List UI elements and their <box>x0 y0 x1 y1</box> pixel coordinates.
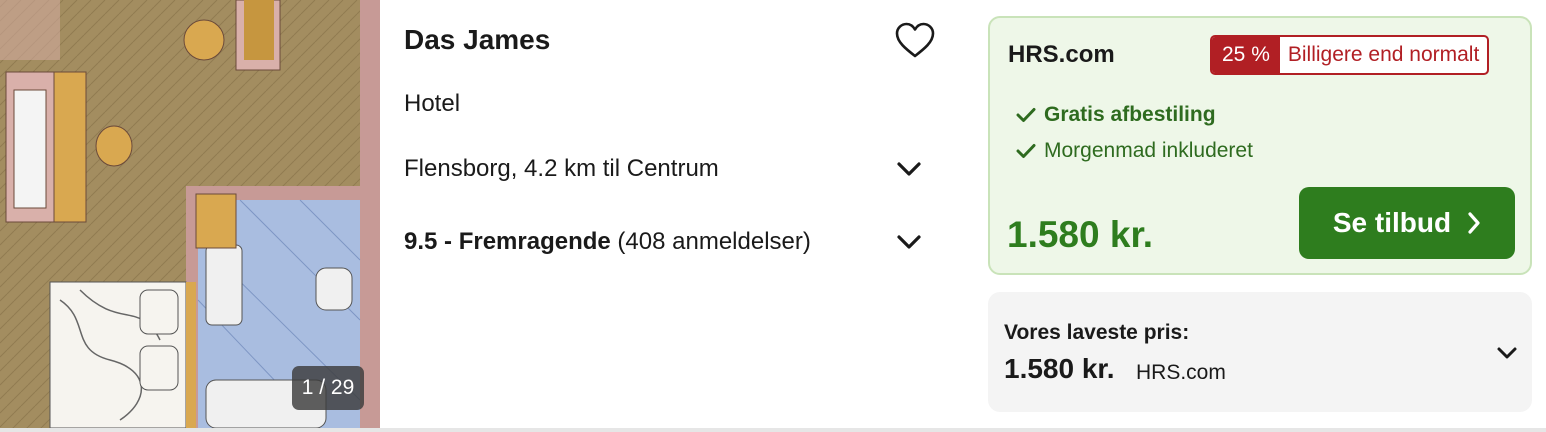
rating-row[interactable]: 9.5 - Fremragende (408 anmeldelser) <box>404 225 934 259</box>
location-text: Flensborg, 4.2 km til Centrum <box>404 155 719 182</box>
photo-counter: 1 / 29 <box>292 366 364 410</box>
deal-box[interactable]: HRS.com 25 % Billigere end normalt Grati… <box>988 16 1532 275</box>
hotel-result-card: 1 / 29 Das James Hotel Flensborg, 4.2 km… <box>0 0 1546 432</box>
feature-breakfast: Morgenmad inkluderet <box>1016 139 1253 163</box>
hotel-photo[interactable]: 1 / 29 <box>0 0 380 428</box>
chevron-down-icon <box>1497 347 1517 359</box>
favorite-button[interactable] <box>892 18 938 64</box>
chevron-down-icon <box>897 235 921 249</box>
deal-provider: HRS.com <box>1008 41 1115 68</box>
lowest-price-box[interactable]: Vores laveste pris: 1.580 kr. HRS.com <box>988 292 1532 412</box>
feature-label: Gratis afbestiling <box>1044 103 1216 126</box>
hotel-info: Das James Hotel Flensborg, 4.2 km til Ce… <box>404 0 949 428</box>
lowest-price-value: 1.580 kr. <box>1004 353 1115 384</box>
discount-text: Billigere end normalt <box>1287 43 1480 66</box>
hotel-name[interactable]: Das James <box>404 24 550 56</box>
lowest-price-provider: HRS.com <box>1136 361 1226 384</box>
hotel-type: Hotel <box>404 90 461 117</box>
feature-free-cancellation: Gratis afbestiling <box>1016 103 1216 127</box>
check-icon <box>1016 108 1036 122</box>
rating-score: 9.5 - Fremragende <box>404 228 611 255</box>
see-offer-button[interactable]: Se tilbud <box>1299 187 1515 259</box>
location-row[interactable]: Flensborg, 4.2 km til Centrum <box>404 152 934 186</box>
chevron-down-icon <box>897 162 921 176</box>
chevron-right-icon <box>1468 212 1480 234</box>
lowest-price-label: Vores laveste pris: <box>1004 321 1190 344</box>
heart-outline-icon <box>895 22 935 58</box>
discount-percent: 25 % <box>1212 37 1280 73</box>
review-count: (408 anmeldelser) <box>617 228 811 255</box>
floorplan-image <box>0 0 380 428</box>
feature-label: Morgenmad inkluderet <box>1044 139 1253 162</box>
see-offer-label: Se tilbud <box>1332 207 1452 238</box>
deal-price: 1.580 kr. <box>1007 214 1154 255</box>
check-icon <box>1016 144 1036 158</box>
discount-badge: 25 % Billigere end normalt <box>1210 35 1490 75</box>
